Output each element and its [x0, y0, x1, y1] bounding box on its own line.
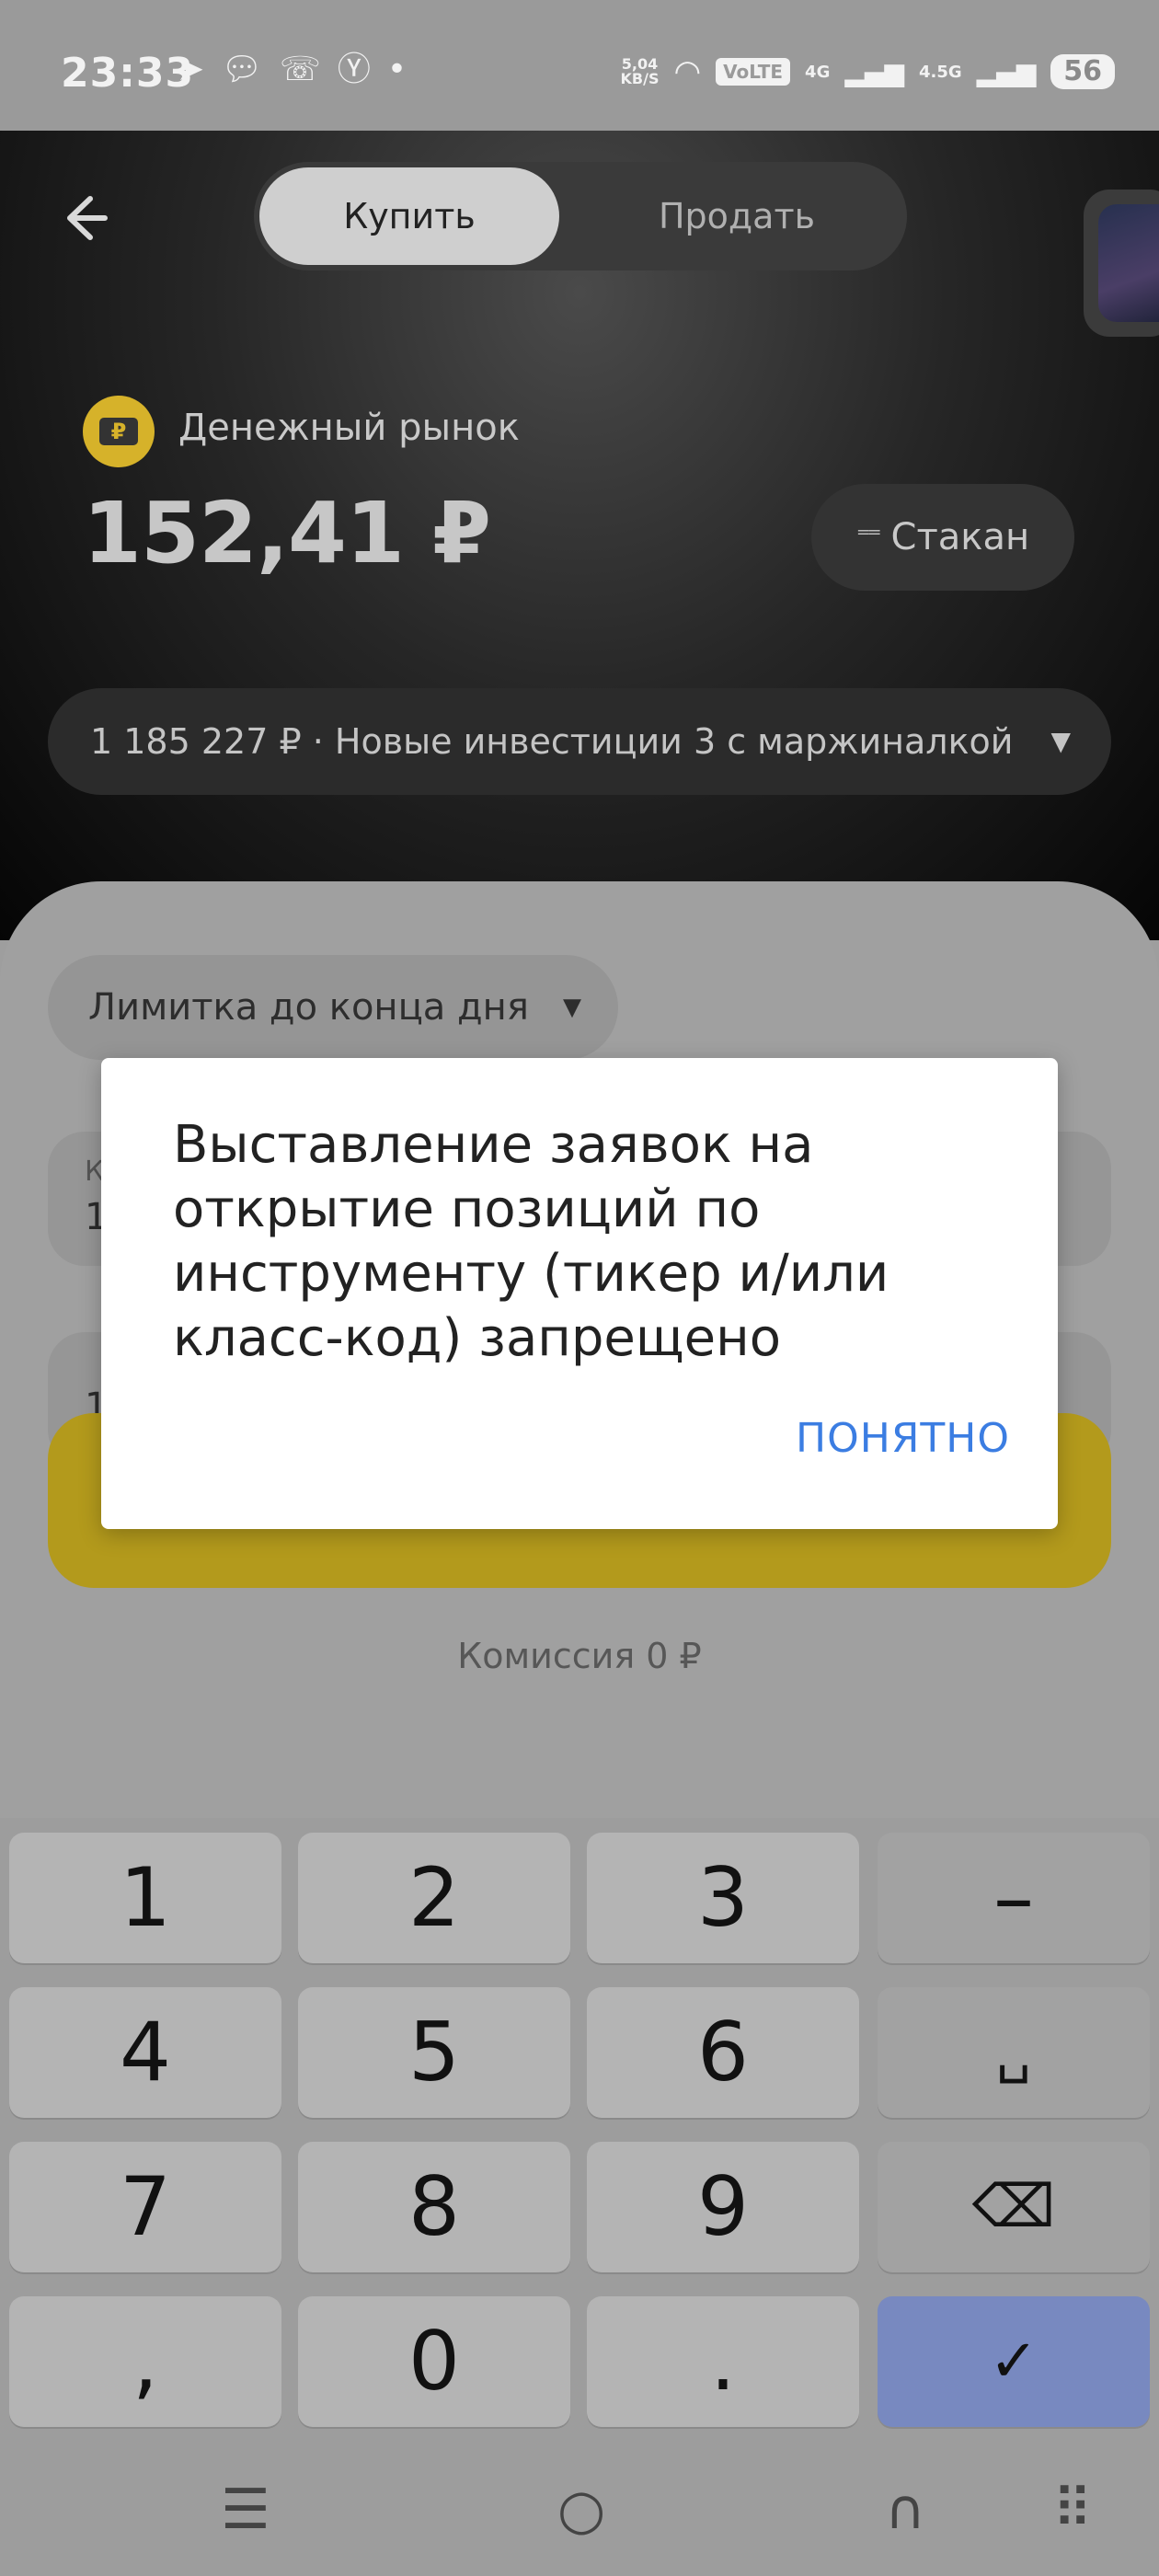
menu-icon[interactable]: ☰: [221, 2471, 270, 2548]
instrument-name: Денежный рынок: [178, 407, 520, 449]
order-book-label: Стакан: [890, 516, 1030, 558]
tab-sell[interactable]: Продать: [585, 167, 889, 265]
key-7[interactable]: 7: [9, 2142, 281, 2272]
key-0[interactable]: 0: [298, 2296, 570, 2427]
caret-down-icon: ▼: [563, 994, 581, 1021]
system-nav-bar: ☰ ○ ∩ ⠿: [0, 2444, 1159, 2576]
order-book-button[interactable]: ⁼⁼ Стакан: [811, 484, 1074, 591]
home-icon[interactable]: ○: [557, 2471, 605, 2548]
ruble-icon: ₽: [99, 418, 138, 445]
order-type-selector[interactable]: Лимитка до конца дня ▼: [48, 955, 618, 1060]
telegram-icon: ➤: [177, 51, 205, 88]
key-8[interactable]: 8: [298, 2142, 570, 2272]
key-minus[interactable]: –: [878, 1833, 1150, 1963]
order-type-label: Лимитка до конца дня: [88, 986, 529, 1029]
key-5[interactable]: 5: [298, 1987, 570, 2118]
backspace-icon[interactable]: ⌫: [878, 2142, 1150, 2272]
buy-sell-switch: Купить Продать: [254, 162, 907, 270]
sim2-network-tag: 4.5G: [918, 62, 962, 82]
arrow-left-icon-svg: [67, 196, 108, 240]
key-9[interactable]: 9: [587, 2142, 859, 2272]
key-dot[interactable]: .: [587, 2296, 859, 2427]
yandex-icon: Ⓨ: [337, 51, 371, 88]
key-3[interactable]: 3: [587, 1833, 859, 1963]
instrument-price: 152,41 ₽: [83, 484, 491, 582]
account-label: 1 185 227 ₽ · Новые инвестиции 3 с маржи…: [90, 721, 1014, 762]
dialog-ok-button[interactable]: ПОНЯТНО: [796, 1415, 1010, 1462]
net-speed: 5,04 KB/S: [620, 55, 660, 87]
caret-down-icon: ▼: [1050, 726, 1071, 756]
arrow-left-icon[interactable]: [53, 188, 114, 248]
signal-icon: ▂▄▆: [844, 56, 904, 87]
status-indicators: 5,04 KB/S ◠ VoLTE 4G ▂▄▆ 4.5G ▂▄▆ 56: [621, 53, 1115, 90]
signal-icon: ▂▄▆: [976, 56, 1037, 87]
wifi-icon: ◠: [673, 53, 702, 90]
checkmark-icon[interactable]: ✓: [878, 2296, 1150, 2427]
order-header: Купить Продать ₽ Денежный рынок 152,41 ₽…: [0, 131, 1159, 940]
key-comma[interactable]: ,: [9, 2296, 281, 2427]
status-time: 23:33: [61, 50, 195, 97]
account-selector[interactable]: 1 185 227 ₽ · Новые инвестиции 3 с маржи…: [48, 688, 1111, 795]
thumbnail-image: [1098, 204, 1159, 322]
sim1-network-tag: 4G: [805, 62, 831, 82]
key-6[interactable]: 6: [587, 1987, 859, 2118]
missed-call-icon: ☏: [279, 51, 321, 88]
key-space[interactable]: ␣: [878, 1987, 1150, 2118]
instrument-logo: ₽: [83, 396, 155, 467]
battery-indicator: 56: [1050, 54, 1115, 89]
status-app-icons: ➤ 💬︎ ☏ Ⓨ •: [177, 53, 407, 86]
commission-text: Комиссия 0 ₽: [457, 1636, 702, 1676]
volte-badge: VoLTE: [716, 58, 791, 86]
floating-app-thumbnail[interactable]: [1084, 190, 1159, 337]
numeric-keyboard: 1 2 3 – 4 5 6 ␣ 7 8 9 ⌫ , 0 . ✓ ☰ ○ ∩ ⠿: [0, 1818, 1159, 2576]
dot-icon: •: [386, 51, 407, 88]
error-dialog: Выставление заявок на открытие позиций п…: [101, 1058, 1058, 1529]
tab-buy[interactable]: Купить: [259, 167, 559, 265]
key-4[interactable]: 4: [9, 1987, 281, 2118]
key-2[interactable]: 2: [298, 1833, 570, 1963]
status-bar: 23:33 ➤ 💬︎ ☏ Ⓨ • 5,04 KB/S ◠ VoLTE 4G ▂▄…: [0, 0, 1159, 131]
key-1[interactable]: 1: [9, 1833, 281, 1963]
chat-bubble-icon: 💬︎: [221, 51, 263, 88]
keyboard-switch-icon[interactable]: ⠿: [1052, 2471, 1093, 2548]
dialog-message: Выставление заявок на открытие позиций п…: [173, 1115, 889, 1368]
order-book-icon: ⁼⁼: [855, 521, 882, 554]
back-gesture-icon[interactable]: ∩: [885, 2471, 925, 2548]
